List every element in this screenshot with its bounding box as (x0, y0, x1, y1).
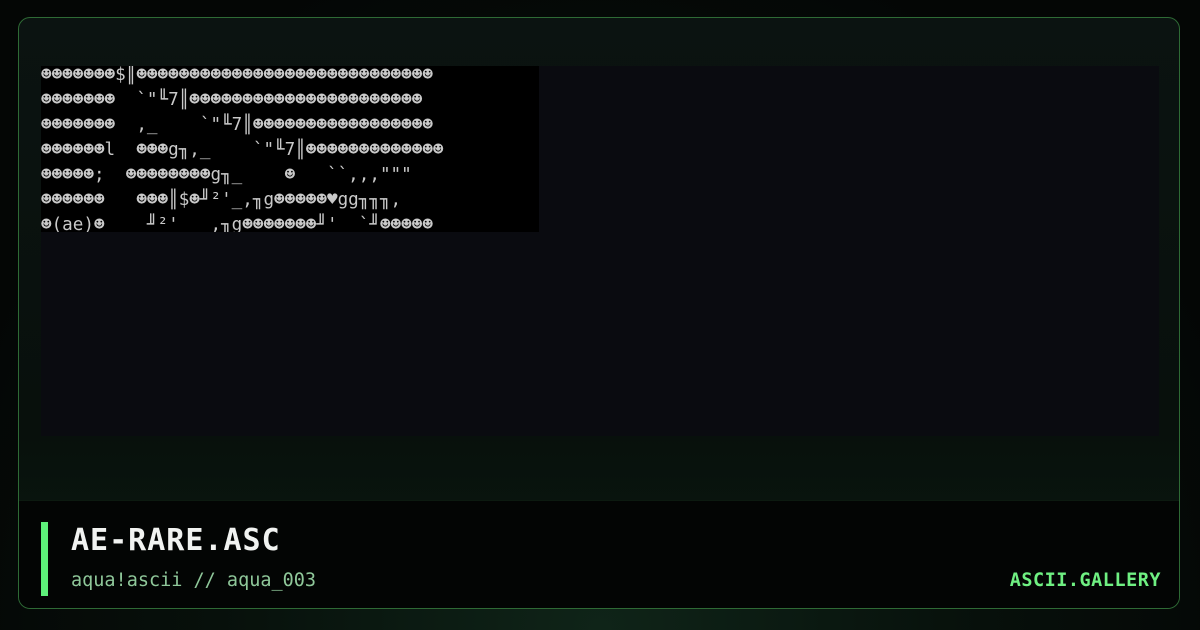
ascii-art: ☻☻☻☻☻☻☻$║☻☻☻☻☻☻☻☻☻☻☻☻☻☻☻☻☻☻☻☻☻☻☻☻☻☻☻☻ ☻☻… (41, 66, 539, 232)
ascii-line: ☻☻☻☻☻☻☻ `"╙7║☻☻☻☻☻☻☻☻☻☻☻☻☻☻☻☻☻☻☻☻☻☻ (41, 90, 423, 110)
ascii-line: ☻☻☻☻☻☻l ☻☻☻g╖,_ `"╙7║☻☻☻☻☻☻☻☻☻☻☻☻☻ (41, 140, 444, 160)
ascii-line: ☻☻☻☻☻☻☻$║☻☻☻☻☻☻☻☻☻☻☻☻☻☻☻☻☻☻☻☻☻☻☻☻☻☻☻☻ (41, 66, 433, 85)
site-brand-link[interactable]: ASCII.GALLERY (1010, 570, 1161, 591)
preview-card: ☻☻☻☻☻☻☻$║☻☻☻☻☻☻☻☻☻☻☻☻☻☻☻☻☻☻☻☻☻☻☻☻☻☻☻☻ ☻☻… (0, 0, 1200, 630)
ascii-line: ☻☻☻☻☻; ☻☻☻☻☻☻☻☻g╖_ ☻ ``,,,""" (41, 165, 412, 185)
ascii-viewer: ☻☻☻☻☻☻☻$║☻☻☻☻☻☻☻☻☻☻☻☻☻☻☻☻☻☻☻☻☻☻☻☻☻☻☻☻ ☻☻… (41, 66, 1159, 436)
ascii-art-canvas: ☻☻☻☻☻☻☻$║☻☻☻☻☻☻☻☻☻☻☻☻☻☻☻☻☻☻☻☻☻☻☻☻☻☻☻☻ ☻☻… (41, 66, 539, 232)
card-footer: AE-RARE.ASC aqua!ascii // aqua_003 ASCII… (19, 500, 1179, 608)
ascii-line: ☻☻☻☻☻☻ ☻☻☻║$☻╜²'_,╖g☻☻☻☻☻♥gg╖╖╖, (41, 190, 402, 210)
ascii-line: ☻☻☻☻☻☻☻ ,_ `"╙7║☻☻☻☻☻☻☻☻☻☻☻☻☻☻☻☻☻ (41, 115, 433, 135)
accent-bar (41, 522, 48, 596)
artist-credit: aqua!ascii // aqua_003 (71, 570, 317, 591)
ascii-line: ☻(ae)☻ ╜²' ,╖g☻☻☻☻☻☻☻╜' `╜☻☻☻☻☻ (41, 215, 433, 232)
card-frame: ☻☻☻☻☻☻☻$║☻☻☻☻☻☻☻☻☻☻☻☻☻☻☻☻☻☻☻☻☻☻☻☻☻☻☻☻ ☻☻… (18, 17, 1180, 609)
file-title: AE-RARE.ASC (71, 523, 281, 558)
